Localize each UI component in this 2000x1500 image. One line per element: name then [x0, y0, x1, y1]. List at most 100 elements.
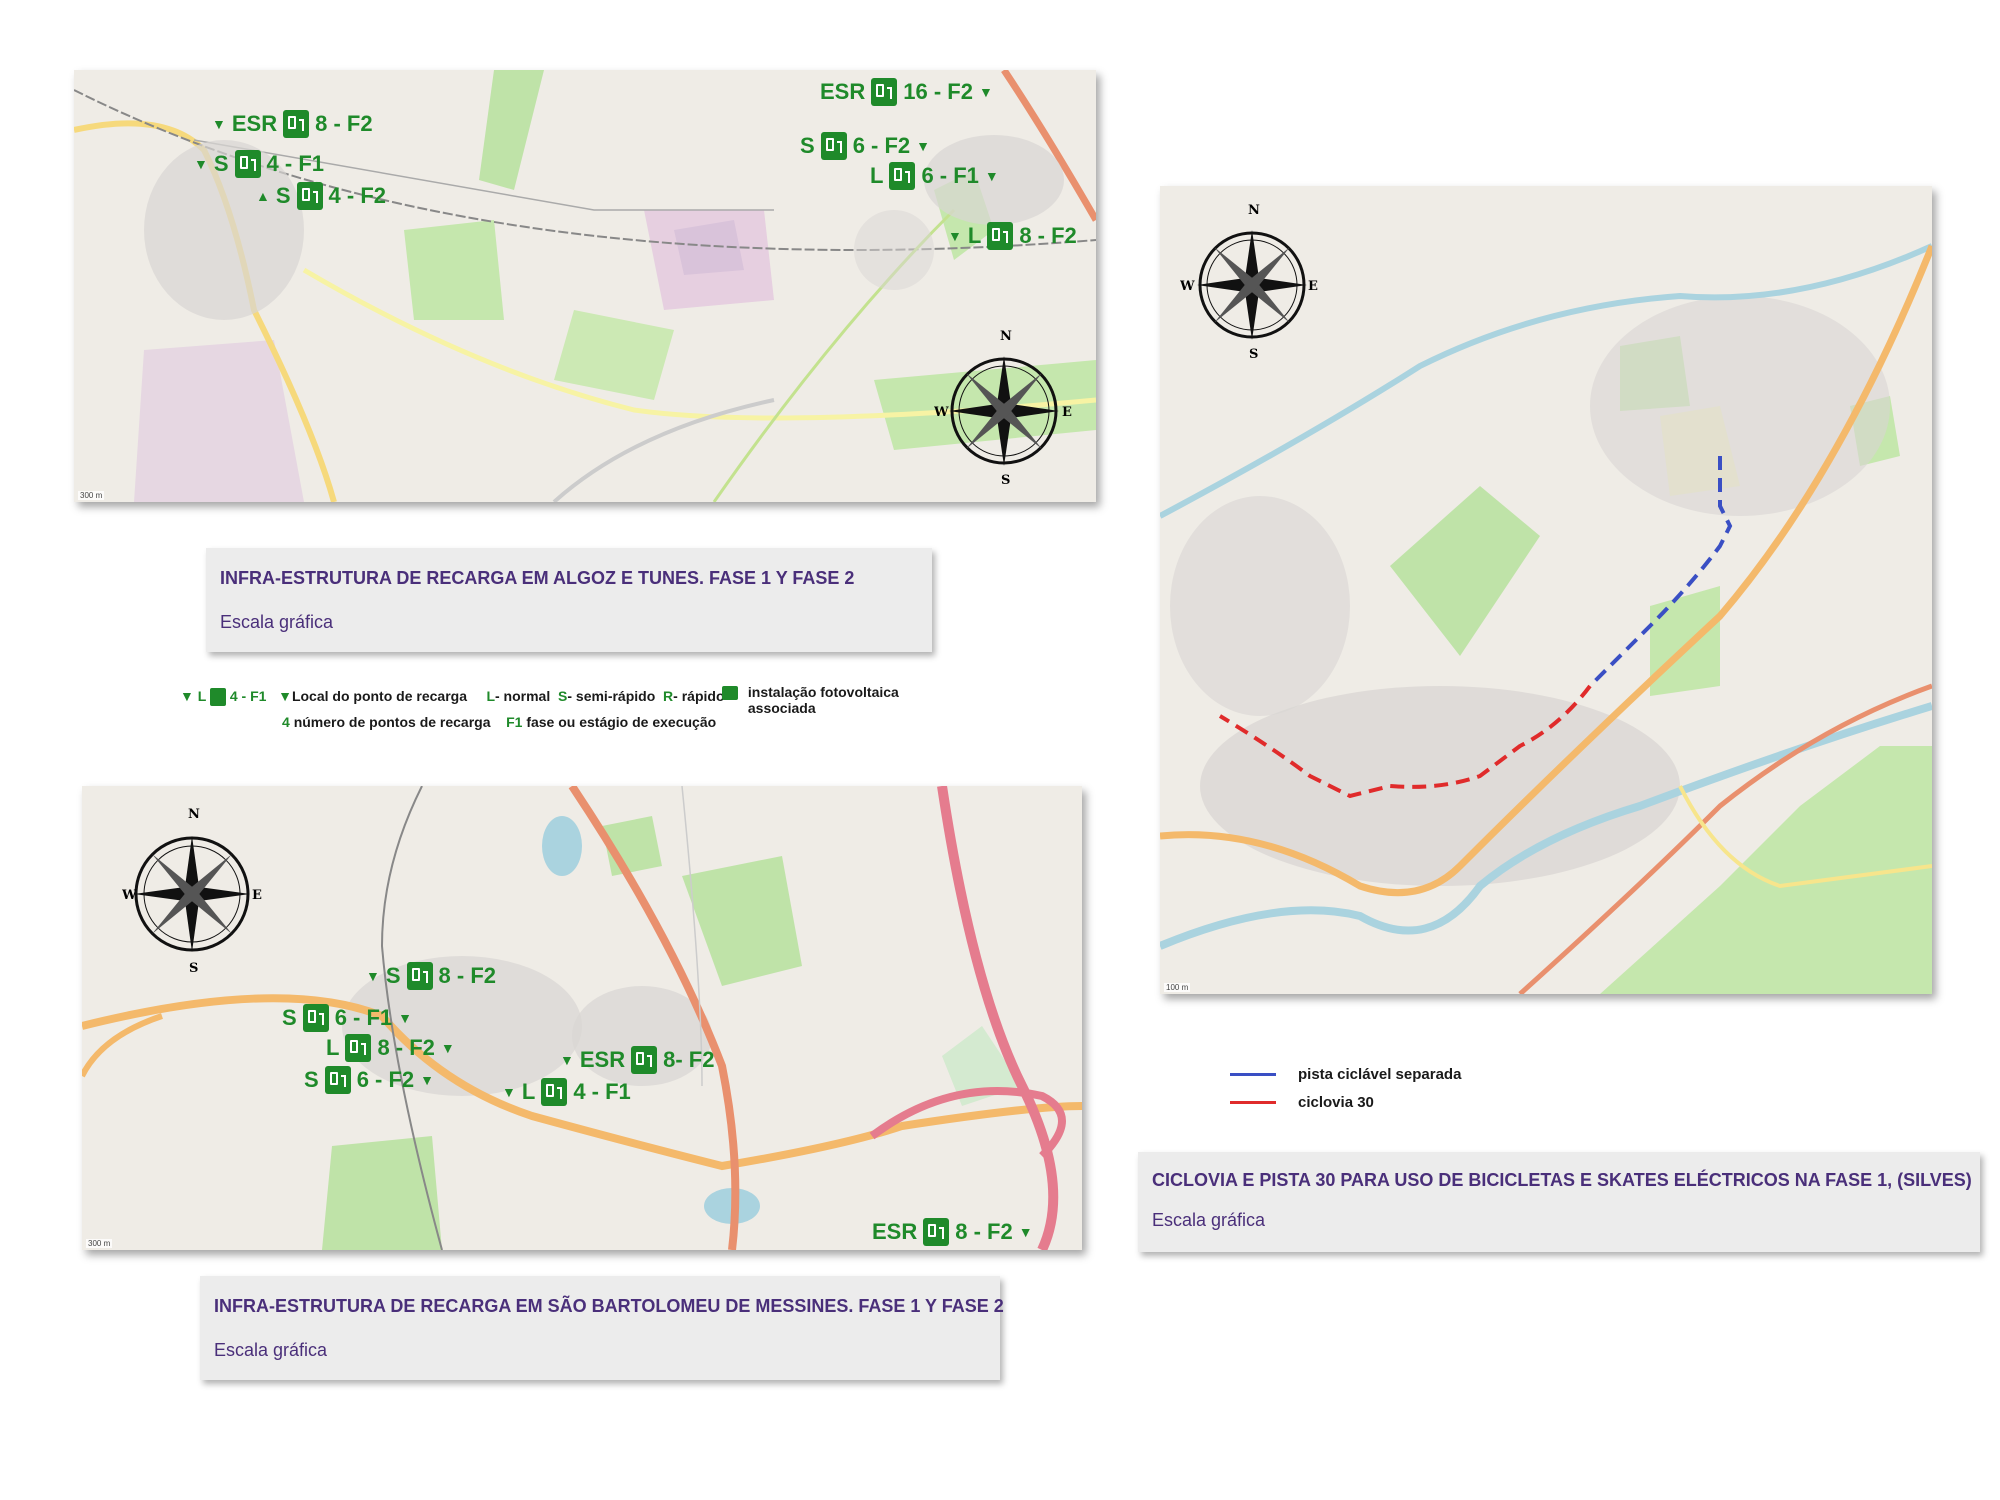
compass-west-label: W — [934, 405, 949, 420]
marker-type: L — [521, 1079, 536, 1104]
marker-label: 6 - F2 — [852, 133, 911, 158]
charging-marker: L 6 - F1 ▼ — [870, 162, 999, 190]
marker-type: L — [870, 163, 884, 188]
marker-type: ESR — [231, 111, 278, 136]
arrow-down-icon: ▼ — [984, 168, 999, 184]
charging-station-icon — [820, 132, 847, 160]
marker-type: ESR — [820, 79, 866, 104]
scale-bar: 100 m — [1164, 983, 1191, 992]
marker-type: S — [275, 183, 291, 208]
charging-marker: ▼ S 8 - F2 — [366, 962, 496, 990]
caption-title: CICLOVIA E PISTA 30 PARA USO DE BICICLET… — [1152, 1170, 1972, 1190]
compass-rose-icon: N S E W — [122, 807, 262, 974]
marker-type: ESR — [872, 1219, 918, 1244]
marker-type: S — [304, 1067, 319, 1092]
map-legend: ▼ L 4 - F1 ▼Local do ponto de recarga L-… — [180, 688, 725, 707]
compass-south-label: S — [189, 961, 198, 974]
marker-type: S — [385, 963, 401, 988]
charging-station-icon — [209, 688, 226, 707]
charging-marker: ESR 16 - F2 ▼ — [820, 78, 993, 106]
marker-label: 4 - F2 — [328, 183, 387, 208]
charging-station-icon — [871, 78, 898, 106]
charging-marker: ▼ L 8 - F2 — [948, 222, 1077, 250]
caption-silves: CICLOVIA E PISTA 30 PARA USO DE BICICLET… — [1138, 1152, 1980, 1252]
charging-marker: S 6 - F2 ▼ — [800, 132, 930, 160]
marker-type: S — [800, 133, 815, 158]
charging-marker: S 6 - F1 ▼ — [282, 1004, 412, 1032]
arrow-down-icon: ▼ — [194, 156, 208, 172]
marker-label: 4 - F1 — [573, 1079, 631, 1104]
arrow-down-icon: ▼ — [398, 1010, 413, 1026]
marker-type: S — [282, 1005, 297, 1030]
marker-label: 8 - F2 — [438, 963, 497, 988]
solar-panel-icon — [722, 686, 738, 701]
charging-station-icon — [324, 1066, 351, 1094]
caption-algoz-tunes: INFRA-ESTRUTURA DE RECARGA EM ALGOZ E TU… — [206, 548, 932, 652]
scale-bar: 300 m — [86, 1239, 113, 1248]
compass-south-label: S — [1249, 347, 1258, 360]
route-legend-red: ciclovia 30 — [1230, 1094, 1374, 1111]
compass-north-label: N — [1000, 329, 1012, 344]
marker-type: L — [967, 223, 982, 248]
marker-type: ESR — [579, 1047, 626, 1072]
marker-label: 8 - F2 — [377, 1035, 435, 1060]
charging-station-icon — [923, 1218, 950, 1246]
compass-north-label: N — [1248, 203, 1260, 218]
compass-west-label: W — [122, 888, 137, 903]
compass-east-label: E — [1308, 279, 1318, 294]
compass-rose-icon: N S E W — [1180, 203, 1318, 360]
marker-type: S — [213, 151, 229, 176]
compass-west-label: W — [1180, 279, 1195, 294]
arrow-down-icon: ▼ — [502, 1084, 516, 1100]
route-legend-blue: pista ciclável separada — [1230, 1066, 1461, 1083]
compass-east-label: E — [252, 888, 262, 903]
legend-example: ▼ L 4 - F1 — [180, 688, 266, 707]
marker-label: 8 - F2 — [315, 111, 373, 136]
arrow-down-icon: ▼ — [278, 688, 292, 704]
charging-marker: ▼ S 4 - F1 — [194, 150, 324, 178]
marker-label: 8- F2 — [663, 1047, 715, 1072]
charging-marker: ▼ ESR 8- F2 — [560, 1046, 714, 1074]
arrow-down-icon: ▼ — [560, 1052, 574, 1068]
marker-label: 16 - F2 — [903, 79, 973, 104]
charging-station-icon — [302, 1004, 329, 1032]
arrow-down-icon: ▼ — [420, 1072, 435, 1088]
arrow-up-icon: ▲ — [256, 188, 270, 204]
arrow-down-icon: ▼ — [212, 116, 226, 132]
compass-east-label: E — [1062, 405, 1072, 420]
arrow-down-icon: ▼ — [440, 1040, 455, 1056]
charging-marker: ▼ ESR 8 - F2 — [212, 110, 373, 138]
charging-marker: S 6 - F2 ▼ — [304, 1066, 434, 1094]
map-messines: N S E W ▼ S 8 - F2 S 6 - F1 ▼ L 8 - F2 ▼… — [82, 786, 1082, 1250]
charging-station-icon — [406, 962, 433, 990]
legend-row-2: 4 número de pontos de recarga F1 fase ou… — [282, 714, 717, 730]
blue-line-swatch — [1230, 1073, 1276, 1076]
caption-title: INFRA-ESTRUTURA DE RECARGA EM ALGOZ E TU… — [220, 568, 855, 588]
map-algoz-tunes: ▼ ESR 8 - F2 ▼ S 4 - F1 ▲ S 4 - F2 ESR 1… — [74, 70, 1096, 502]
map-silves: N S E W 100 m — [1160, 186, 1932, 994]
caption-subtitle: Escala gráfica — [1152, 1210, 1266, 1230]
arrow-down-icon: ▼ — [948, 228, 962, 244]
marker-type: L — [326, 1035, 340, 1060]
caption-subtitle: Escala gráfica — [214, 1340, 328, 1360]
marker-label: 4 - F1 — [266, 151, 325, 176]
compass-rose-icon: N S E W — [934, 329, 1072, 486]
charging-station-icon — [631, 1046, 658, 1074]
caption-messines: INFRA-ESTRUTURA DE RECARGA EM SÃO BARTOL… — [200, 1276, 1004, 1380]
marker-label: 8 - F2 — [1019, 223, 1077, 248]
legend-pv: instalação fotovoltaica associada — [722, 684, 899, 716]
marker-label: 6 - F2 — [356, 1067, 415, 1092]
legend-local: Local do ponto de recarga — [291, 688, 467, 704]
compass-north-label: N — [188, 807, 200, 822]
arrow-down-icon: ▼ — [1018, 1224, 1033, 1240]
charging-station-icon — [283, 110, 310, 138]
marker-label: 6 - F1 — [921, 163, 979, 188]
charging-station-icon — [541, 1078, 568, 1106]
marker-label: 6 - F1 — [334, 1005, 393, 1030]
caption-subtitle: Escala gráfica — [220, 612, 334, 632]
red-line-swatch — [1230, 1101, 1276, 1104]
charging-station-icon — [987, 222, 1014, 250]
charging-marker: ▼ L 4 - F1 — [502, 1078, 631, 1106]
marker-label: 8 - F2 — [955, 1219, 1013, 1244]
scale-bar: 300 m — [78, 491, 105, 500]
